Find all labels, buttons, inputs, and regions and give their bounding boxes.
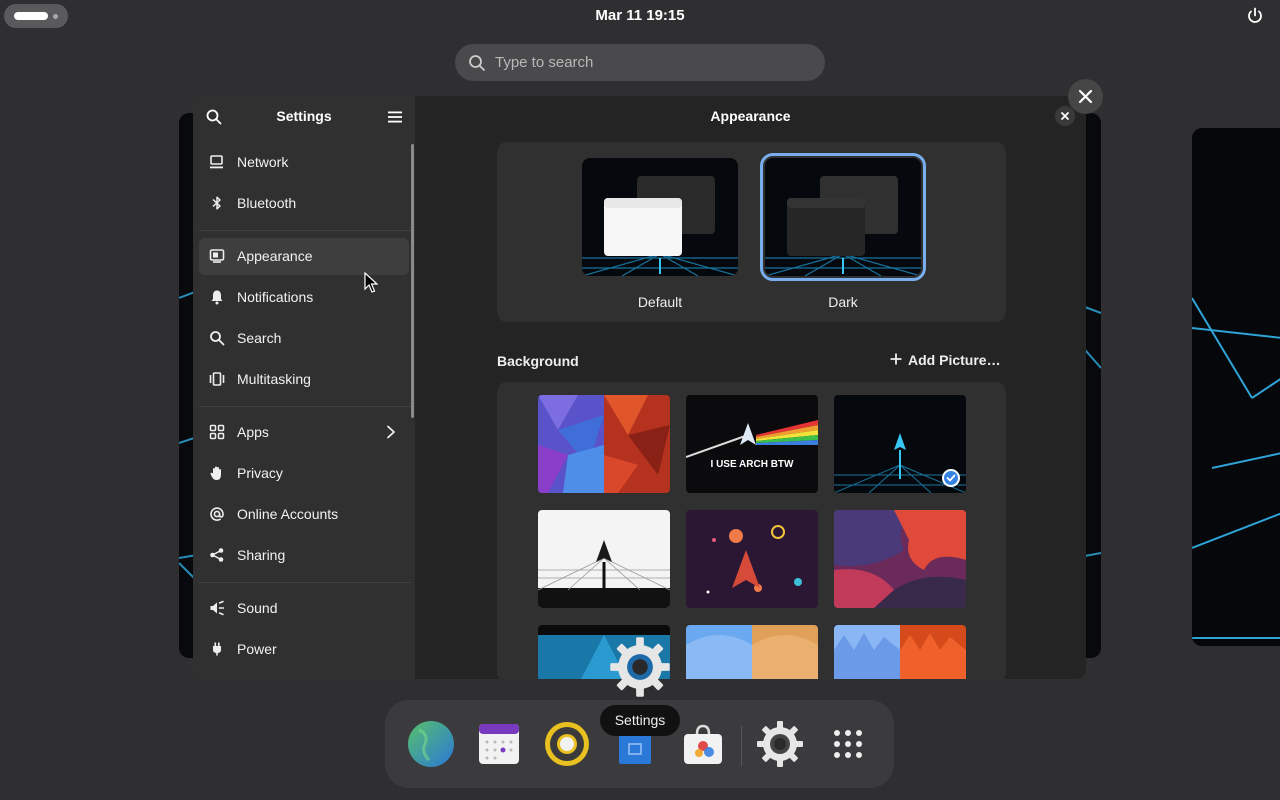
style-default-preview[interactable] — [582, 158, 738, 276]
add-picture-button[interactable]: Add Picture… — [890, 352, 1001, 368]
selected-check-icon — [942, 469, 960, 487]
window-close-button[interactable] — [1068, 79, 1103, 114]
dock-tooltip: Settings — [600, 705, 680, 736]
wallpaper-thumb[interactable]: I USE ARCH BTW — [686, 395, 818, 493]
dark-style-thumbnail — [765, 158, 921, 276]
search-input[interactable] — [495, 44, 815, 81]
power-icon[interactable] — [1245, 6, 1265, 26]
rhythmbox-icon[interactable] — [543, 720, 591, 768]
hand-icon — [210, 466, 221, 480]
mouse-cursor — [364, 272, 378, 293]
sidebar-divider — [199, 230, 411, 231]
sidebar-item-appearance[interactable]: Appearance — [199, 238, 409, 275]
web-browser-icon[interactable] — [407, 720, 455, 768]
multitasking-icon — [209, 372, 225, 386]
sidebar-item-apps[interactable]: Apps — [199, 414, 409, 451]
sidebar-item-label: Sound — [237, 600, 278, 616]
wallpaper-thumb-selected[interactable] — [834, 395, 966, 493]
sidebar-item-network[interactable]: Network — [199, 144, 409, 181]
sidebar-item-search[interactable]: Search — [199, 320, 409, 357]
sidebar-item-label: Apps — [237, 424, 269, 440]
wallpaper-grid: I USE ARCH BTW — [497, 382, 1006, 679]
share-icon — [210, 548, 224, 562]
at-icon — [210, 507, 224, 521]
sidebar-item-online-accounts[interactable]: Online Accounts — [199, 496, 409, 533]
search-icon — [210, 331, 225, 346]
settings-window[interactable]: Settings Network Bluetooth Appearance No… — [193, 96, 1086, 679]
bluetooth-icon — [212, 196, 221, 210]
default-style-thumbnail — [582, 158, 738, 276]
wallpaper-thumb[interactable] — [834, 510, 966, 608]
style-selector-card: Default Dark — [497, 142, 1006, 322]
sidebar-item-sharing[interactable]: Sharing — [199, 537, 409, 574]
sidebar-scrollbar[interactable] — [411, 144, 414, 418]
sidebar-divider — [199, 406, 411, 407]
workspace-dot — [53, 14, 58, 19]
sidebar-item-power[interactable]: Power — [199, 631, 409, 668]
right-window-preview[interactable] — [1192, 128, 1280, 646]
close-icon — [1078, 89, 1093, 104]
wallpaper-thumb[interactable] — [686, 510, 818, 608]
style-default-label: Default — [637, 294, 683, 310]
sidebar-item-sound[interactable]: Sound — [199, 590, 409, 627]
sidebar-item-label: Power — [237, 641, 277, 657]
sidebar-item-label: Sharing — [237, 547, 286, 563]
wallpaper-thumb[interactable] — [686, 625, 818, 679]
plus-icon — [890, 352, 902, 368]
top-bar: Mar 11 19:15 — [0, 0, 1280, 32]
appearance-icon — [209, 249, 225, 263]
sidebar-item-label: Appearance — [237, 248, 313, 264]
calendar-icon[interactable] — [475, 720, 523, 768]
app-grid-icon[interactable] — [824, 720, 872, 768]
sidebar-title: Settings — [276, 108, 332, 124]
sidebar-item-label: Privacy — [237, 465, 283, 481]
wallpaper-thumb[interactable] — [538, 395, 670, 493]
sidebar-header: Settings — [193, 96, 415, 136]
activities-indicator[interactable] — [4, 4, 68, 28]
apps-grid-icon — [209, 424, 225, 440]
hamburger-menu-icon[interactable] — [387, 109, 403, 125]
content-header: Appearance — [415, 96, 1086, 136]
search-icon — [469, 55, 485, 71]
dragged-settings-icon[interactable] — [609, 636, 671, 698]
sidebar-divider — [199, 582, 411, 583]
software-icon[interactable] — [679, 720, 727, 768]
background-heading: Background — [497, 353, 579, 369]
workspace-active-pill — [14, 12, 48, 20]
wallpaper-thumb[interactable] — [538, 510, 670, 608]
wallpaper-caption: I USE ARCH BTW — [711, 459, 795, 470]
sidebar-item-multitasking[interactable]: Multitasking — [199, 361, 409, 398]
search-icon[interactable] — [205, 108, 223, 126]
clock[interactable]: Mar 11 19:15 — [540, 7, 740, 24]
style-dark-label: Dark — [828, 294, 858, 310]
speaker-icon — [210, 600, 225, 616]
sidebar-item-label: Notifications — [237, 289, 314, 305]
neon-grid-wallpaper-right — [1192, 297, 1280, 639]
sidebar-item-label: Search — [237, 330, 282, 346]
chevron-right-icon — [387, 425, 395, 439]
network-icon — [210, 155, 223, 169]
sidebar-item-label: Bluetooth — [237, 195, 297, 211]
sidebar-item-label: Online Accounts — [237, 506, 339, 522]
page-title: Appearance — [710, 108, 791, 124]
power-plug-icon — [213, 642, 221, 656]
wallpaper-thumb[interactable] — [834, 625, 966, 679]
style-dark-preview[interactable] — [760, 153, 926, 281]
overview-search[interactable] — [455, 44, 825, 81]
settings-sidebar: Settings Network Bluetooth Appearance No… — [193, 96, 415, 679]
sidebar-item-bluetooth[interactable]: Bluetooth — [199, 185, 409, 222]
sidebar-item-privacy[interactable]: Privacy — [199, 455, 409, 492]
sidebar-item-label: Network — [237, 154, 289, 170]
dock-separator — [741, 726, 742, 766]
bell-icon — [211, 290, 223, 305]
sidebar-item-label: Multitasking — [237, 371, 311, 387]
settings-icon[interactable] — [756, 720, 804, 768]
add-picture-label: Add Picture… — [908, 352, 1001, 368]
